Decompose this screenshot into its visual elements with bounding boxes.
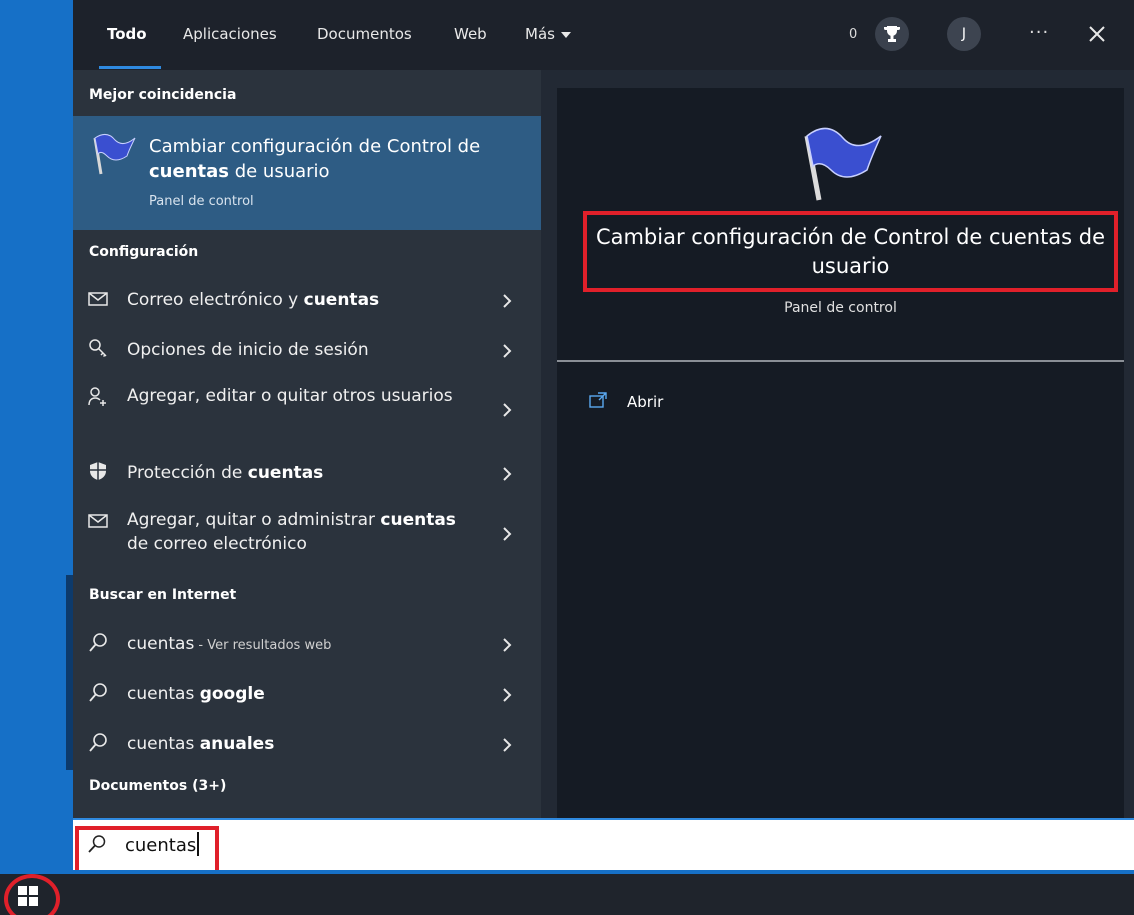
key-icon [89, 339, 107, 358]
section-documents[interactable]: Documentos (3+) [89, 778, 226, 794]
list-item-label: cuentas google [127, 684, 265, 704]
preview-divider [557, 360, 1124, 362]
rewards-trophy-button[interactable] [875, 17, 909, 51]
start-button-highlight [4, 874, 60, 915]
list-item[interactable]: cuentas anuales [73, 726, 541, 762]
chevron-right-icon [503, 403, 512, 417]
best-match-title: Cambiar configuración de Control de cuen… [149, 136, 481, 182]
tab-more[interactable]: Más [525, 25, 571, 43]
trophy-icon [884, 26, 900, 42]
list-item-label: Agregar, editar o quitar otros usuarios [127, 386, 453, 406]
tab-more-label: Más [525, 25, 555, 43]
best-match-result[interactable]: Cambiar configuración de Control de cuen… [73, 116, 541, 230]
list-item-label: Opciones de inicio de sesión [127, 340, 369, 360]
section-best-match: Mejor coincidencia [89, 87, 237, 103]
desktop-background [0, 0, 73, 870]
chevron-right-icon [503, 738, 512, 752]
section-web-search: Buscar en Internet [89, 587, 237, 603]
chevron-right-icon [503, 294, 512, 308]
chevron-right-icon [503, 467, 512, 481]
rewards-points: 0 [849, 27, 858, 42]
person-add-icon [88, 387, 106, 406]
search-icon [89, 733, 107, 752]
list-item-label: cuentas - Ver resultados web [127, 634, 332, 654]
chevron-right-icon [503, 527, 512, 541]
preview-subtitle: Panel de control [784, 300, 897, 316]
uac-flag-icon [93, 134, 136, 175]
more-options-icon[interactable]: ··· [1029, 22, 1049, 43]
list-item-label: Agregar, quitar o administrar cuentas de… [127, 510, 456, 554]
chevron-right-icon [503, 688, 512, 702]
uac-flag-icon [804, 127, 882, 201]
taskbar [0, 870, 1134, 915]
chevron-right-icon [503, 638, 512, 652]
shield-icon [90, 462, 106, 480]
open-action[interactable]: Abrir [627, 393, 663, 411]
open-icon[interactable] [589, 392, 607, 408]
section-settings: Configuración [89, 244, 199, 260]
list-item-label: Protección de cuentas [127, 463, 324, 483]
preview-title: Cambiar configuración de Control de cuen… [595, 225, 1106, 278]
search-input[interactable] [125, 830, 1025, 860]
tab-all[interactable]: Todo [107, 25, 147, 43]
search-panel: Todo Aplicaciones Documentos Web Más 0 J… [73, 0, 1134, 818]
list-item-label: Correo electrónico y cuentas [127, 290, 380, 310]
chevron-right-icon [503, 344, 512, 358]
best-match-subtitle: Panel de control [149, 194, 254, 209]
user-avatar[interactable]: J [947, 17, 981, 51]
list-item[interactable]: Protección de cuentas [73, 456, 541, 492]
list-item[interactable]: cuentas - Ver resultados web [73, 626, 541, 662]
list-item[interactable]: Agregar, editar o quitar otros usuarios [73, 382, 541, 438]
list-item-label: cuentas anuales [127, 734, 275, 754]
caret-down-icon [560, 31, 571, 38]
list-item[interactable]: Agregar, quitar o administrar cuentas de… [73, 506, 541, 562]
search-bar [73, 818, 1134, 878]
active-tab-indicator [99, 66, 161, 69]
tab-apps[interactable]: Aplicaciones [183, 25, 277, 43]
mail-icon [88, 514, 108, 528]
search-icon [89, 683, 107, 702]
search-icon [89, 633, 107, 652]
list-item[interactable]: Opciones de inicio de sesión [73, 332, 541, 368]
list-item[interactable]: cuentas google [73, 676, 541, 712]
results-list: Mejor coincidencia Cambiar configuración… [73, 70, 541, 818]
close-icon[interactable] [1085, 22, 1109, 46]
text-cursor [197, 832, 199, 856]
list-item[interactable]: Correo electrónico y cuentas [73, 282, 541, 318]
search-icon [88, 835, 106, 853]
search-tabs-bar: Todo Aplicaciones Documentos Web Más 0 J… [73, 0, 1134, 70]
preview-pane: Cambiar configuración de Control de cuen… [557, 88, 1124, 818]
preview-title-highlight: Cambiar configuración de Control de cuen… [583, 211, 1118, 292]
tab-web[interactable]: Web [454, 25, 487, 43]
mail-icon [88, 292, 108, 306]
tab-documents[interactable]: Documentos [317, 25, 412, 43]
